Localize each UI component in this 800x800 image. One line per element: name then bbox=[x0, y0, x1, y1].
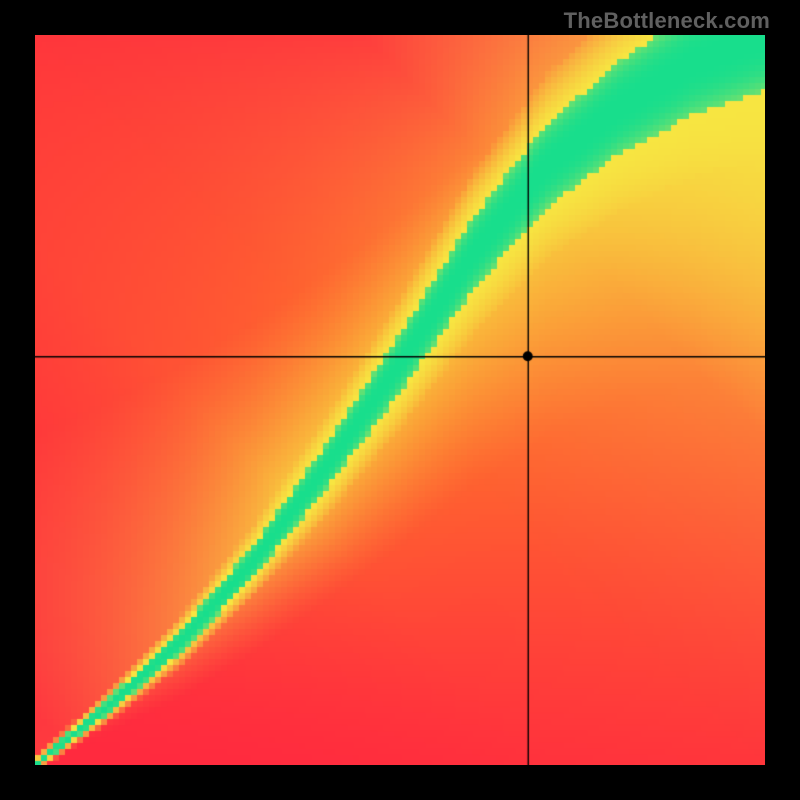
chart-frame: TheBottleneck.com bbox=[0, 0, 800, 800]
watermark-label: TheBottleneck.com bbox=[564, 8, 770, 34]
bottleneck-heatmap bbox=[35, 35, 765, 765]
